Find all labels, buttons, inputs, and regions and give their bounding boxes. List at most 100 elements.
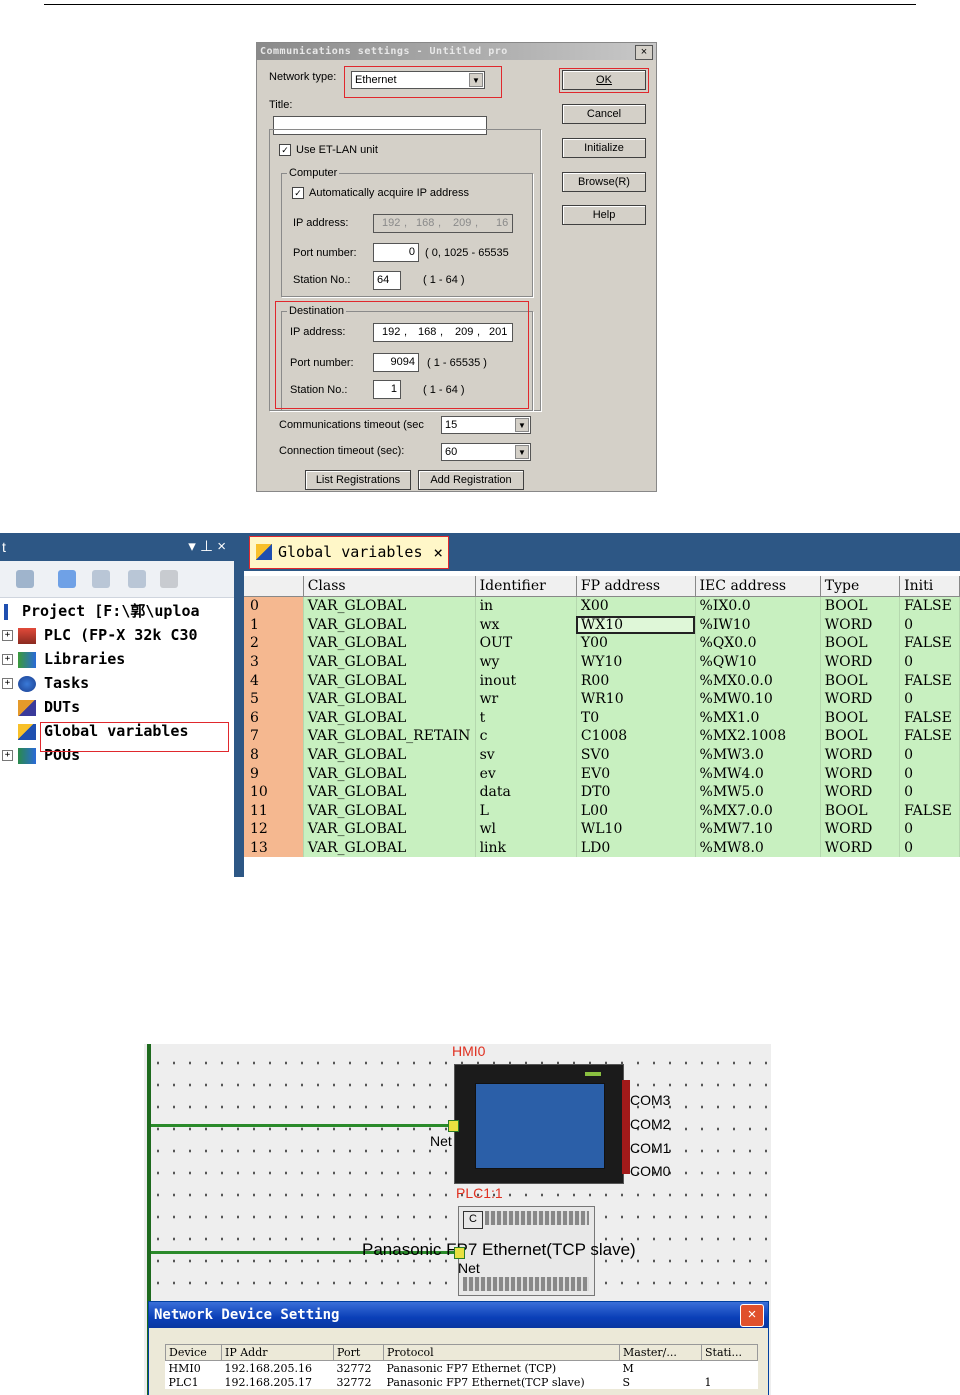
table-cell[interactable]: VAR_GLOBAL_RETAIN <box>303 727 476 746</box>
help-button[interactable]: Help <box>562 205 646 225</box>
dest-station-input[interactable]: 1 <box>373 380 401 399</box>
table-cell[interactable]: %MX0.0.0 <box>695 671 821 690</box>
column-header[interactable]: Protocol <box>383 1344 620 1361</box>
browse-button[interactable]: Browse(R) <box>562 172 646 192</box>
tree-item-duts[interactable]: DUTs <box>18 695 80 719</box>
row-index[interactable]: 1 <box>244 615 304 635</box>
column-header[interactable]: Master/... <box>619 1344 702 1361</box>
computer-port-input[interactable]: 0 <box>373 243 419 262</box>
table-cell[interactable]: %MW3.0 <box>695 745 821 765</box>
table-cell[interactable]: L <box>475 801 577 821</box>
table-cell[interactable]: 0 <box>899 782 960 802</box>
tree-item-libraries[interactable]: Libraries <box>18 647 125 671</box>
chevron-down-icon[interactable]: ▼ <box>515 445 529 459</box>
chevron-down-icon[interactable]: ▼ <box>515 418 529 432</box>
table-cell[interactable]: %MW4.0 <box>695 764 821 783</box>
table-cell[interactable]: C1008 <box>576 727 696 746</box>
expand-icon[interactable]: + <box>2 630 13 641</box>
tree-item-tasks[interactable]: Tasks <box>18 671 89 695</box>
table-cell[interactable]: %IW10 <box>695 615 821 635</box>
table-row[interactable]: 6 VAR_GLOBAL t T0 %MX1.0 BOOL FALSE <box>244 708 960 728</box>
table-cell[interactable]: WR10 <box>576 689 696 709</box>
column-header[interactable]: FP address <box>576 576 696 597</box>
column-header[interactable]: Port <box>333 1344 384 1361</box>
cancel-button[interactable]: Cancel <box>562 104 646 124</box>
table-cell[interactable]: BOOL <box>820 727 901 746</box>
table-cell[interactable]: VAR_GLOBAL <box>303 671 476 690</box>
table-row[interactable]: 10 VAR_GLOBAL data DT0 %MW5.0 WORD 0 <box>244 782 960 802</box>
conn-timeout-select[interactable]: 60 ▼ <box>441 443 531 461</box>
table-row[interactable]: 8 VAR_GLOBAL sv SV0 %MW3.0 WORD 0 <box>244 745 960 765</box>
table-cell[interactable]: %MW5.0 <box>695 782 821 802</box>
table-cell[interactable]: WL10 <box>576 820 696 839</box>
table-cell[interactable]: wx <box>475 615 577 635</box>
tree-item-plc[interactable]: PLC (FP-X 32k C30 <box>18 623 198 647</box>
tab-global-variables[interactable]: Global variables × <box>249 536 449 569</box>
table-cell[interactable]: %MX1.0 <box>695 708 821 728</box>
row-index[interactable]: 0 <box>244 596 304 616</box>
dialog-close-button[interactable]: × <box>635 45 653 60</box>
table-cell[interactable]: BOOL <box>820 596 901 616</box>
close-icon[interactable]: × <box>433 537 443 568</box>
row-index[interactable]: 13 <box>244 838 304 858</box>
expand-icon[interactable]: + <box>2 678 13 689</box>
table-cell[interactable]: DT0 <box>576 782 696 802</box>
library-icon[interactable] <box>92 570 110 588</box>
table-cell[interactable]: WY10 <box>576 652 696 672</box>
table-row[interactable]: 2 VAR_GLOBAL OUT Y00 %QX0.0 BOOL FALSE <box>244 634 960 653</box>
column-header[interactable]: Device <box>165 1344 222 1361</box>
row-index[interactable]: 5 <box>244 689 304 709</box>
table-row[interactable]: 11 VAR_GLOBAL L L00 %MX7.0.0 BOOL FALSE <box>244 801 960 821</box>
table-cell[interactable]: ev <box>475 764 577 783</box>
table-cell[interactable]: FALSE <box>899 801 960 821</box>
table-cell[interactable]: VAR_GLOBAL <box>303 782 476 802</box>
table-cell[interactable]: sv <box>475 745 577 765</box>
table-cell[interactable]: L00 <box>576 801 696 821</box>
comm-timeout-select[interactable]: 15 ▼ <box>441 416 531 434</box>
plc-net-port[interactable] <box>454 1247 465 1259</box>
column-header[interactable] <box>244 576 304 597</box>
table-cell[interactable]: WORD <box>820 838 901 858</box>
list-registrations-button[interactable]: List Registrations <box>305 470 411 490</box>
table-cell[interactable]: VAR_GLOBAL <box>303 801 476 821</box>
hmi-device[interactable] <box>454 1064 624 1184</box>
table-row[interactable]: HMI0 192.168.205.16 32772 Panasonic FP7 Eth… <box>166 1361 758 1376</box>
table-cell[interactable]: Y00 <box>576 634 696 653</box>
table-row[interactable]: 13 VAR_GLOBAL link LD0 %MW8.0 WORD 0 <box>244 838 960 858</box>
table-cell[interactable]: WORD <box>820 615 901 635</box>
table-cell[interactable]: WORD <box>820 764 901 783</box>
table-cell[interactable]: EV0 <box>576 764 696 783</box>
row-index[interactable]: 2 <box>244 634 304 653</box>
table-cell[interactable]: WORD <box>820 652 901 672</box>
table-row[interactable]: 12 VAR_GLOBAL wl WL10 %MW7.10 WORD 0 <box>244 820 960 839</box>
table-cell[interactable]: VAR_GLOBAL <box>303 764 476 783</box>
panel-splitter[interactable] <box>234 533 244 877</box>
table-cell[interactable]: WORD <box>820 689 901 709</box>
computer-station-input[interactable]: 64 <box>373 271 401 290</box>
hmi-net-port[interactable] <box>448 1120 459 1132</box>
table-cell[interactable]: wr <box>475 689 577 709</box>
expand-icon[interactable]: + <box>2 654 13 665</box>
table-cell[interactable]: wl <box>475 820 577 839</box>
table-cell[interactable]: WORD <box>820 745 901 765</box>
row-index[interactable]: 3 <box>244 652 304 672</box>
table-cell[interactable]: %QX0.0 <box>695 634 821 653</box>
row-index[interactable]: 11 <box>244 801 304 821</box>
table-cell[interactable]: inout <box>475 671 577 690</box>
table-cell[interactable]: WORD <box>820 820 901 839</box>
table-cell[interactable]: t <box>475 708 577 728</box>
row-index[interactable]: 4 <box>244 671 304 690</box>
tree-item-project[interactable]: Project [F:\郭\uploa <box>4 599 200 623</box>
table-cell[interactable]: %MX2.1008 <box>695 727 821 746</box>
table-cell[interactable]: FALSE <box>899 634 960 653</box>
open-project-icon[interactable] <box>16 570 34 588</box>
table-cell[interactable]: %MW0.10 <box>695 689 821 709</box>
table-cell[interactable]: 0 <box>899 689 960 709</box>
table-cell[interactable]: X00 <box>576 596 696 616</box>
add-registration-button[interactable]: Add Registration <box>418 470 524 490</box>
dest-ip-input[interactable]: 192, 168, 209, 201 <box>373 323 513 342</box>
table-cell[interactable]: link <box>475 838 577 858</box>
table-cell[interactable]: %IX0.0 <box>695 596 821 616</box>
table-cell[interactable]: VAR_GLOBAL <box>303 615 476 635</box>
table-cell[interactable]: LD0 <box>576 838 696 858</box>
